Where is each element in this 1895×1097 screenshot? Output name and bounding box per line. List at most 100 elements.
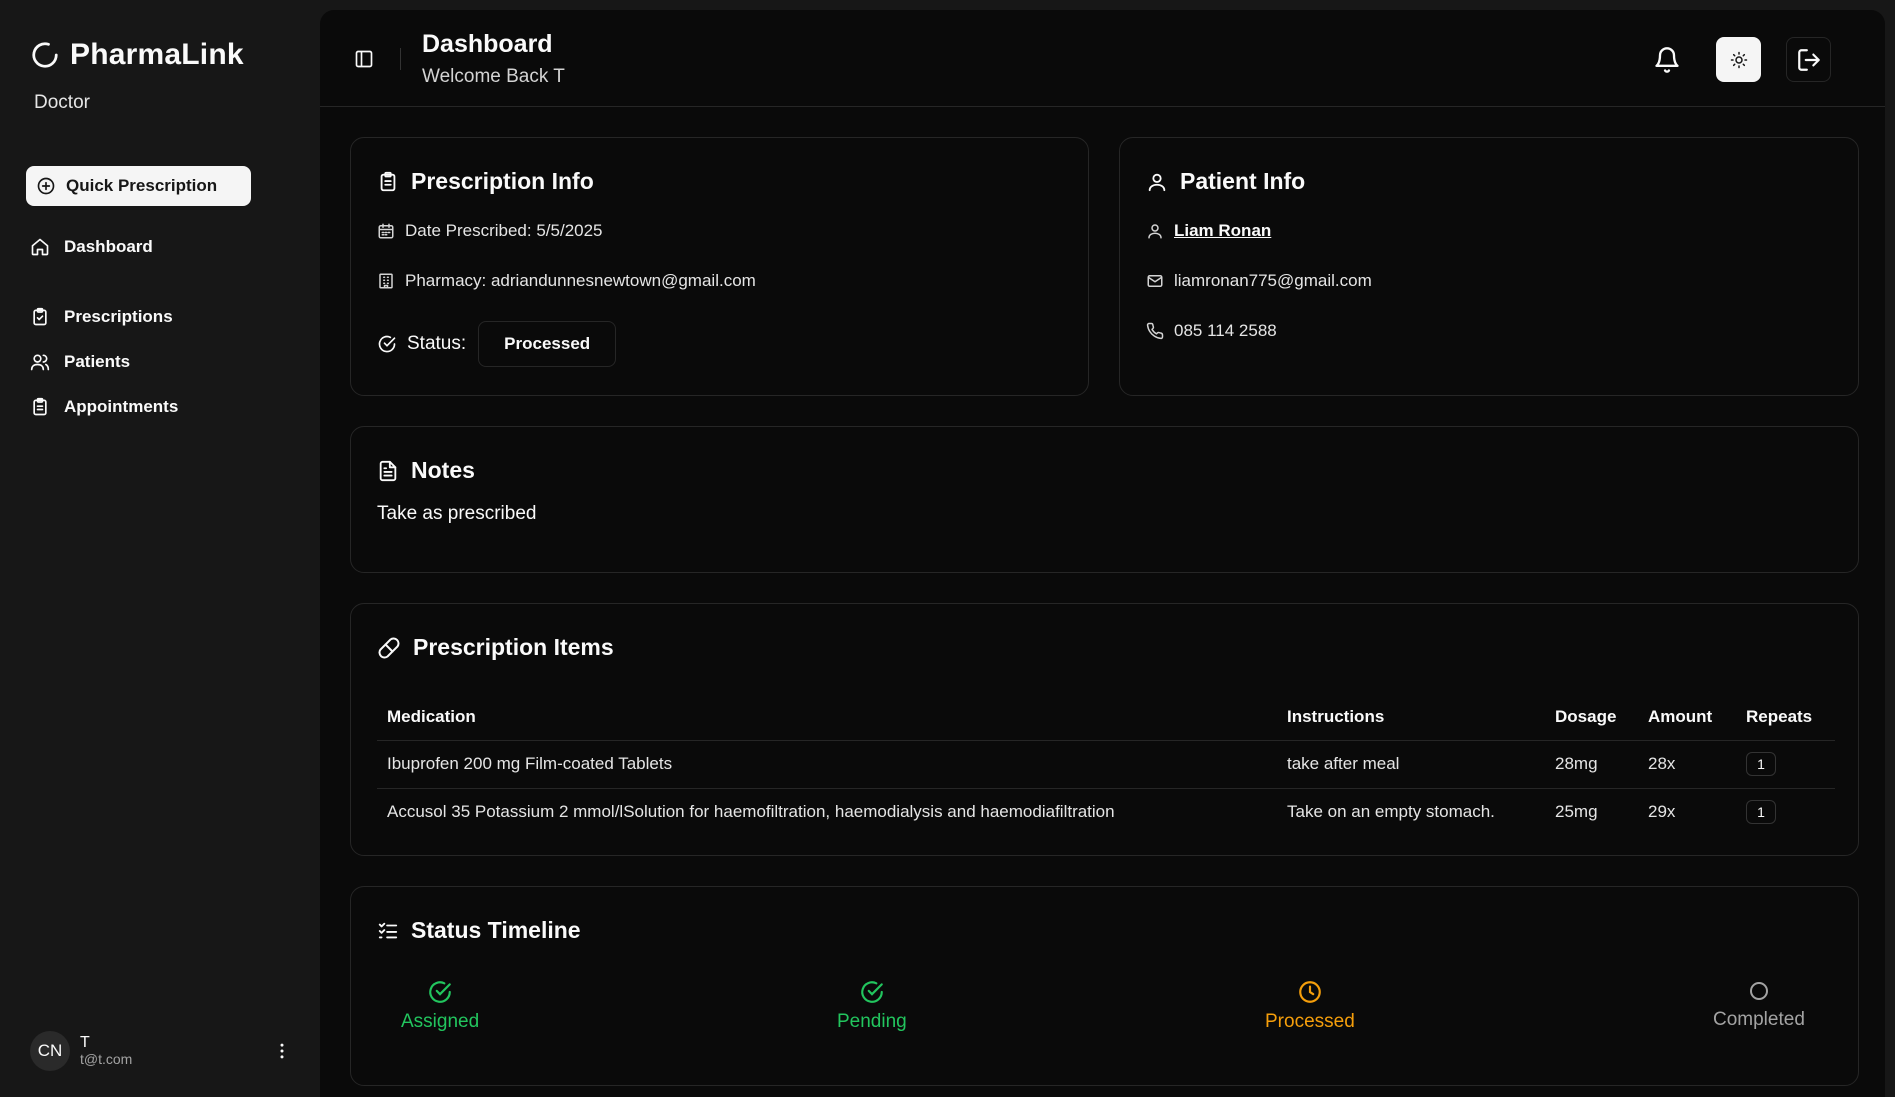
clipboard-check-icon [30, 307, 50, 327]
patient-email: liamronan775@gmail.com [1174, 271, 1372, 291]
status-badge: Processed [478, 321, 616, 367]
building-icon [377, 272, 395, 290]
status-row: Status: Processed [377, 321, 616, 367]
logo-icon [30, 40, 60, 70]
date-prescribed: Date Prescribed: 5/5/2025 [405, 221, 603, 241]
clock-icon [1297, 979, 1323, 1005]
header-divider [400, 48, 401, 70]
user-info: T t@t.com [80, 1035, 132, 1066]
quick-prescription-label: Quick Prescription [66, 176, 217, 196]
sidebar-item-label: Dashboard [64, 237, 153, 257]
date-prescribed-row: Date Prescribed: 5/5/2025 [377, 221, 603, 241]
clipboard-list-icon [377, 171, 399, 193]
clipboard-list-icon [30, 397, 50, 417]
logout-button[interactable] [1786, 37, 1831, 82]
sidebar-item-label: Prescriptions [64, 307, 173, 327]
user-menu[interactable]: CN T t@t.com [30, 1031, 292, 1071]
brand-name: PharmaLink [70, 38, 244, 72]
sidebar-item-prescriptions[interactable]: Prescriptions [30, 301, 173, 333]
app: PharmaLink Doctor Quick Prescription Das… [0, 0, 1895, 1097]
patient-phone-row: 085 114 2588 [1146, 321, 1277, 341]
table-row: Accusol 35 Potassium 2 mmol/lSolution fo… [377, 788, 1835, 836]
repeats-badge: 1 [1746, 800, 1776, 824]
notes-title: Notes [377, 457, 475, 484]
sidebar-item-patients[interactable]: Patients [30, 346, 130, 378]
home-icon [30, 237, 50, 257]
calendar-icon [377, 222, 395, 240]
timeline-step-pending: Pending [837, 979, 907, 1033]
sun-icon [1730, 51, 1748, 69]
status-timeline-title: Status Timeline [377, 917, 581, 944]
card-title-text: Status Timeline [411, 917, 581, 944]
card-title-text: Prescription Info [411, 168, 594, 195]
notes-text: Take as prescribed [377, 503, 536, 525]
notifications-button[interactable] [1644, 37, 1689, 82]
timeline-step-completed: Completed [1713, 979, 1805, 1031]
user-icon [1146, 171, 1168, 193]
timeline-step-label: Completed [1713, 1009, 1805, 1031]
mail-icon [1146, 272, 1164, 290]
table-header-row: Medication Instructions Dosage Amount Re… [377, 694, 1835, 740]
cell-medication: Accusol 35 Potassium 2 mmol/lSolution fo… [377, 788, 1277, 836]
notes-card: Notes Take as prescribed [350, 426, 1859, 573]
prescription-info-card: Prescription Info Date Prescribed: 5/5/2… [350, 137, 1089, 396]
brand[interactable]: PharmaLink [30, 38, 244, 72]
column-header-medication: Medication [377, 694, 1277, 740]
cell-instructions: Take on an empty stomach. [1277, 788, 1545, 836]
prescription-items-title: Prescription Items [377, 634, 614, 661]
circle-icon [1747, 979, 1771, 1003]
page-title: Dashboard [422, 30, 553, 59]
prescription-items-card: Prescription Items Medication Instructio… [350, 603, 1859, 856]
table-row: Ibuprofen 200 mg Film-coated Tablets tak… [377, 740, 1835, 788]
more-vertical-icon[interactable] [272, 1041, 292, 1061]
header: Dashboard Welcome Back T [320, 10, 1885, 107]
check-circle-icon [859, 979, 885, 1005]
patient-email-row: liamronan775@gmail.com [1146, 271, 1372, 291]
main-panel: Dashboard Welcome Back T [320, 10, 1885, 1097]
patient-info-card: Patient Info Liam Ronan liamronan775@gma… [1119, 137, 1859, 396]
user-role: Doctor [34, 92, 90, 114]
bell-icon [1653, 46, 1681, 74]
repeats-badge: 1 [1746, 752, 1776, 776]
cell-medication: Ibuprofen 200 mg Film-coated Tablets [377, 740, 1277, 788]
prescription-info-title: Prescription Info [377, 168, 594, 195]
users-icon [30, 352, 50, 372]
user-name: T [80, 1035, 132, 1052]
column-header-dosage: Dosage [1545, 694, 1638, 740]
cell-dosage: 28mg [1545, 740, 1638, 788]
phone-icon [1146, 322, 1164, 340]
list-checks-icon [377, 920, 399, 942]
theme-toggle-button[interactable] [1716, 37, 1761, 82]
card-title-text: Notes [411, 457, 475, 484]
sidebar-toggle-icon[interactable] [354, 49, 374, 69]
cell-dosage: 25mg [1545, 788, 1638, 836]
avatar: CN [30, 1031, 70, 1071]
timeline-step-label: Pending [837, 1011, 907, 1033]
check-circle-icon [377, 334, 397, 354]
file-text-icon [377, 460, 399, 482]
sidebar-item-label: Patients [64, 352, 130, 372]
timeline-step-label: Assigned [401, 1011, 479, 1033]
user-email: t@t.com [80, 1052, 132, 1067]
cell-instructions: take after meal [1277, 740, 1545, 788]
patient-phone: 085 114 2588 [1174, 321, 1277, 341]
patient-name-row: Liam Ronan [1146, 221, 1271, 241]
timeline-step-assigned: Assigned [401, 979, 479, 1033]
status-timeline-card: Status Timeline Assigned Pending Process… [350, 886, 1859, 1086]
sidebar-item-dashboard[interactable]: Dashboard [30, 231, 153, 263]
patient-name-link[interactable]: Liam Ronan [1174, 221, 1271, 241]
prescription-items-table: Medication Instructions Dosage Amount Re… [377, 694, 1835, 836]
pharmacy-row: Pharmacy: adriandunnesnewtown@gmail.com [377, 271, 756, 291]
cell-amount: 29x [1638, 788, 1736, 836]
pill-icon [377, 636, 401, 660]
sidebar-item-appointments[interactable]: Appointments [30, 391, 178, 423]
card-title-text: Patient Info [1180, 168, 1305, 195]
sidebar: PharmaLink Doctor Quick Prescription Das… [0, 0, 320, 1097]
check-circle-icon [427, 979, 453, 1005]
timeline-step-processed: Processed [1265, 979, 1355, 1033]
card-title-text: Prescription Items [413, 634, 614, 661]
quick-prescription-button[interactable]: Quick Prescription [26, 166, 251, 206]
logout-icon [1796, 47, 1822, 73]
pharmacy: Pharmacy: adriandunnesnewtown@gmail.com [405, 271, 756, 291]
timeline-step-label: Processed [1265, 1011, 1355, 1033]
